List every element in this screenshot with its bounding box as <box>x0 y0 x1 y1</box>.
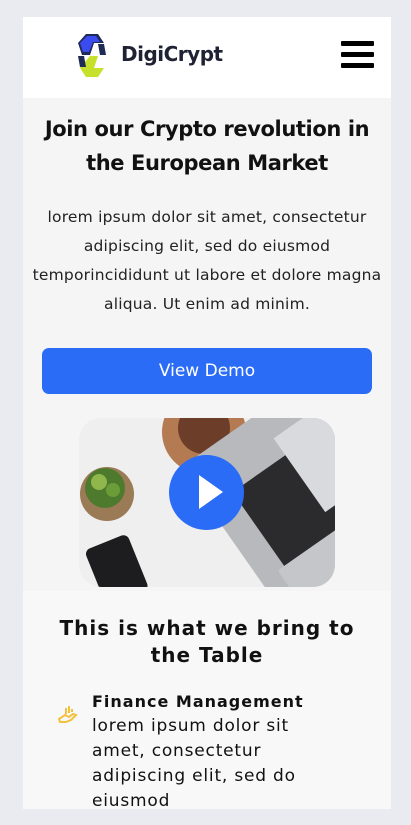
hero-text: lorem ipsum dolor sit amet, consectetur … <box>32 208 382 313</box>
feature-text: lorem ipsum dolor sit amet, consectetur … <box>92 716 296 809</box>
digicrypt-logo-icon[interactable] <box>78 34 106 77</box>
demo-video-thumbnail[interactable] <box>79 418 335 587</box>
finance-hand-icon <box>57 706 78 723</box>
page-frame: DigiCrypt Join our Crypto revolution in … <box>23 17 391 809</box>
brand-name[interactable]: DigiCrypt <box>121 42 223 66</box>
hamburger-menu-icon[interactable] <box>341 41 374 68</box>
hero-title: Join our Crypto revolution in the Europe… <box>44 117 370 175</box>
view-demo-button[interactable]: View Demo <box>42 348 372 394</box>
feature-title: Finance Management <box>92 692 304 711</box>
features-heading: This is what we bring to the Table <box>59 616 355 667</box>
header: DigiCrypt <box>23 17 391 98</box>
play-icon[interactable] <box>169 455 244 530</box>
